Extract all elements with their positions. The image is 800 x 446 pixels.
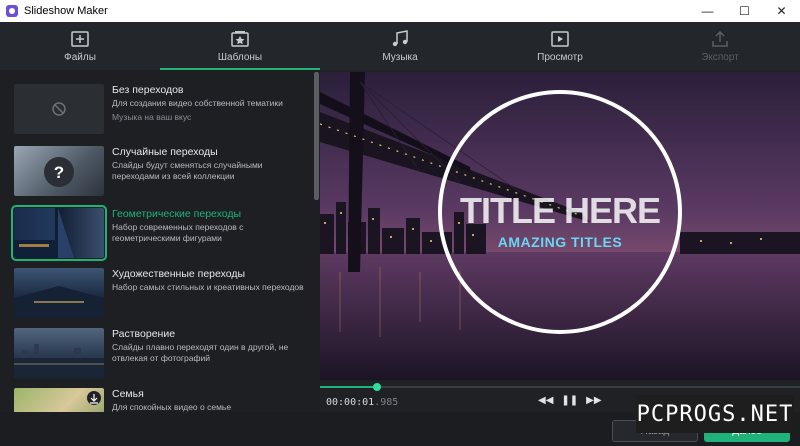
template-name: Случайные переходы: [112, 146, 218, 158]
template-description: Для спокойных видео о семье: [112, 402, 232, 412]
download-icon: [87, 391, 101, 405]
template-thumbnail: [14, 388, 104, 412]
timeline-track[interactable]: [320, 386, 800, 388]
next-icon[interactable]: ▶▶: [586, 395, 601, 406]
none-icon: [52, 102, 66, 116]
timecode: 00:00:01.985: [326, 397, 398, 408]
tab-templates-label: Шаблоны: [217, 52, 263, 63]
template-name: Художественные переходы: [112, 268, 246, 280]
minimize-button[interactable]: —: [689, 0, 726, 22]
timeline-progress: [320, 386, 377, 388]
templates-icon: [231, 31, 249, 47]
tab-templates[interactable]: Шаблоны: [160, 22, 320, 70]
geometric-thumbnail-image: [14, 208, 74, 258]
template-item-family[interactable]: Семья Для спокойных видео о семье: [14, 388, 314, 412]
timecode-main: 00:00:01: [326, 397, 375, 408]
template-description: Для создания видео собственной тематики: [112, 98, 283, 108]
main-nav: Файлы Шаблоны Музыка Просмотр Экспорт: [0, 22, 800, 70]
preview-video: TITLE HERE AMAZING TITLES: [320, 72, 800, 380]
window-controls: — ☐ ✕: [689, 0, 800, 22]
transport-controls: ◀◀ ❚❚ ▶▶: [538, 395, 602, 406]
tab-music-label: Музыка: [382, 52, 418, 63]
music-note-icon: [392, 30, 408, 47]
template-description: Слайды плавно переходят один в другой, н…: [112, 342, 289, 363]
template-item-geometric[interactable]: Геометрические переходы Набор современны…: [11, 205, 314, 262]
template-name: Семья: [112, 388, 144, 400]
template-thumbnail: [11, 205, 107, 261]
template-thumbnail: [14, 84, 104, 134]
template-item-random[interactable]: ? Случайные переходы Слайды будут сменят…: [14, 146, 314, 200]
watermark-text: PCPROGS.NET: [636, 395, 794, 433]
template-description: Слайды будут сменяться случайными перехо…: [112, 160, 263, 181]
close-button[interactable]: ✕: [763, 0, 800, 22]
dissolve-thumbnail-image: [14, 344, 104, 378]
tab-preview[interactable]: Просмотр: [480, 22, 640, 70]
timecode-ms: .985: [374, 397, 399, 408]
timeline-handle[interactable]: [372, 383, 381, 391]
template-item-no-transitions[interactable]: Без переходов Для создания видео собстве…: [14, 84, 314, 138]
tab-files-label: Файлы: [64, 52, 96, 63]
template-thumbnail: ?: [14, 146, 104, 196]
template-note: Музыка на ваш вкус: [112, 112, 192, 122]
maximize-button[interactable]: ☐: [726, 0, 763, 22]
app-logo-icon: [6, 5, 18, 17]
template-description: Набор современных переходов с геометриче…: [112, 222, 244, 243]
sidebar-scrollbar[interactable]: [314, 72, 319, 200]
tab-preview-label: Просмотр: [537, 52, 583, 63]
template-description: Набор самых стильных и креативных перехо…: [112, 282, 304, 292]
tab-files[interactable]: Файлы: [0, 22, 160, 70]
tab-export[interactable]: Экспорт: [640, 22, 800, 70]
template-name: Растворение: [112, 328, 176, 340]
export-icon: [712, 30, 728, 47]
add-file-icon: [71, 31, 89, 47]
preview-subtitle-text: AMAZING TITLES: [497, 234, 623, 250]
tab-music[interactable]: Музыка: [320, 22, 480, 70]
svg-text:?: ?: [54, 163, 64, 182]
title-bar: Slideshow Maker — ☐ ✕: [0, 0, 800, 22]
preview-title-text: TITLE HERE: [459, 190, 661, 231]
template-name: Без переходов: [112, 84, 184, 96]
window-title: Slideshow Maker: [24, 5, 108, 17]
template-thumbnail: [14, 268, 104, 318]
question-icon: ?: [44, 157, 74, 187]
previous-icon[interactable]: ◀◀: [538, 395, 553, 406]
artistic-thumbnail-image: [14, 286, 104, 318]
pause-icon[interactable]: ❚❚: [561, 395, 578, 406]
template-name: Геометрические переходы: [112, 208, 242, 220]
play-preview-icon: [551, 31, 569, 47]
templates-list: Без переходов Для создания видео собстве…: [0, 70, 320, 412]
tab-export-label: Экспорт: [701, 52, 739, 63]
template-item-artistic[interactable]: Художественные переходы Набор самых стил…: [14, 268, 314, 322]
template-item-dissolve[interactable]: Растворение Слайды плавно переходят один…: [14, 328, 314, 382]
template-thumbnail: [14, 328, 104, 378]
